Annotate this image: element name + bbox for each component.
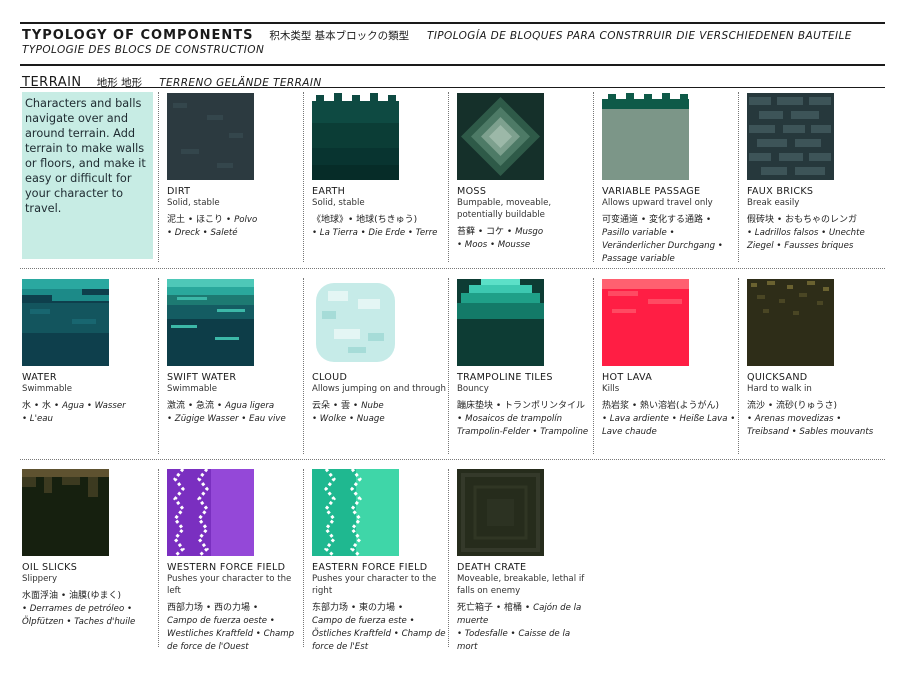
eastern-force-field-tile-icon bbox=[312, 469, 399, 556]
component-desc: Solid, stable bbox=[167, 198, 220, 208]
component-hot-lava: HOT LAVA Kills 热岩浆 • 熱い溶岩(ようがん) • Lava ar… bbox=[602, 279, 738, 439]
component-name: VARIABLE PASSAGE bbox=[602, 186, 701, 197]
column-divider bbox=[303, 278, 304, 454]
section-intro: Characters and balls navigate over and a… bbox=[22, 92, 153, 259]
component-oil-slicks: OIL SLICKS Slippery 水面浮油 • 油膜(ゆまく) • Derr… bbox=[22, 469, 158, 629]
row-divider bbox=[20, 459, 885, 460]
component-moss: MOSS Bumpable, moveable, potentially bui… bbox=[457, 93, 593, 252]
component-desc: Bouncy bbox=[457, 384, 489, 394]
component-desc: Break easily bbox=[747, 198, 800, 208]
column-divider bbox=[303, 92, 304, 262]
component-desc: Bumpable, moveable, potentially buildabl… bbox=[457, 198, 552, 220]
component-name: HOT LAVA bbox=[602, 372, 653, 383]
page-title-es-de: TIPOLOGÍA DE BLOQUES PARA CONSTRRUIR DIE… bbox=[427, 30, 852, 42]
component-desc: Slippery bbox=[22, 574, 58, 584]
component-translations: 《地球》• 地球(ちきゅう) • La Tierra • Die Erde • T… bbox=[312, 215, 438, 238]
component-name: EARTH bbox=[312, 186, 346, 197]
component-translations: 云朵 • 雲 • Nube • Wolke • Nuage bbox=[312, 401, 385, 424]
component-variable-passage: VARIABLE PASSAGE Allows upward travel on… bbox=[602, 93, 738, 266]
component-name: DIRT bbox=[167, 186, 191, 197]
component-desc: Hard to walk in bbox=[747, 384, 812, 394]
component-desc: Allows jumping on and through bbox=[312, 384, 446, 394]
component-earth: EARTH Solid, stable 《地球》• 地球(ちきゅう) • La T… bbox=[312, 93, 448, 240]
column-divider bbox=[738, 92, 739, 262]
component-death-crate: DEATH CRATE Moveable, breakable, lethal … bbox=[457, 469, 593, 654]
trampoline-tile-icon bbox=[457, 279, 544, 366]
component-name: OIL SLICKS bbox=[22, 562, 78, 573]
column-divider bbox=[158, 278, 159, 454]
faux-bricks-tile-icon bbox=[747, 93, 834, 180]
component-desc: Solid, stable bbox=[312, 198, 365, 208]
column-divider bbox=[448, 92, 449, 262]
swift-water-tile-icon bbox=[167, 279, 254, 366]
column-divider bbox=[593, 278, 594, 454]
component-cloud: CLOUD Allows jumping on and through 云朵 •… bbox=[312, 279, 448, 426]
oil-slicks-tile-icon bbox=[22, 469, 109, 556]
row-divider bbox=[20, 268, 885, 269]
moss-tile-icon bbox=[457, 93, 544, 180]
column-divider bbox=[448, 278, 449, 454]
column-divider bbox=[158, 92, 159, 262]
water-tile-icon bbox=[22, 279, 109, 366]
component-desc: Kills bbox=[602, 384, 620, 394]
column-divider bbox=[158, 469, 159, 647]
component-translations: 流沙 • 流砂(りゅうさ) • Arenas movedizas • Treibs… bbox=[747, 401, 874, 437]
death-crate-tile-icon bbox=[457, 469, 544, 556]
column-divider bbox=[303, 469, 304, 647]
component-desc: Pushes your character to the right bbox=[312, 574, 437, 596]
component-name: WATER bbox=[22, 372, 57, 383]
component-translations: 热岩浆 • 熱い溶岩(ようがん) • Lava ardiente • Heiße … bbox=[602, 401, 736, 437]
component-dirt: DIRT Solid, stable 泥土 • ほこり • Polvo • Dre… bbox=[167, 93, 303, 240]
component-translations: 死亡箱子 • 棺桶 • Cajón de la muerte • Todesfal… bbox=[457, 603, 582, 652]
page-title: TYPOLOGY OF COMPONENTS bbox=[22, 28, 254, 43]
component-desc: Swimmable bbox=[22, 384, 73, 394]
header-rule bbox=[20, 64, 885, 66]
component-name: DEATH CRATE bbox=[457, 562, 527, 573]
cloud-tile-icon bbox=[316, 283, 395, 362]
component-western-force-field: WESTERN FORCE FIELD Pushes your characte… bbox=[167, 469, 303, 654]
component-quicksand: QUICKSAND Hard to walk in 流沙 • 流砂(りゅうさ) •… bbox=[747, 279, 883, 439]
component-eastern-force-field: EASTERN FORCE FIELD Pushes your characte… bbox=[312, 469, 448, 654]
component-trampoline-tiles: TRAMPOLINE TILES Bouncy 蹦床垫块 • トランポリンタイル… bbox=[457, 279, 593, 439]
component-name: TRAMPOLINE TILES bbox=[457, 372, 553, 383]
component-desc: Swimmable bbox=[167, 384, 218, 394]
component-translations: 蹦床垫块 • トランポリンタイル • Mosaicos de trampolín… bbox=[457, 401, 589, 437]
component-translations: 激流 • 急流 • Agua ligera • Zügige Wasser • E… bbox=[167, 401, 286, 424]
column-divider bbox=[593, 92, 594, 262]
western-force-field-tile-icon bbox=[167, 469, 254, 556]
dirt-tile-icon bbox=[167, 93, 254, 180]
section-rule bbox=[20, 87, 885, 88]
earth-tile-icon bbox=[312, 93, 399, 180]
page-subtitle-fr: TYPOLOGIE DES BLOCS DE CONSTRUCTION bbox=[22, 44, 265, 56]
component-name: MOSS bbox=[457, 186, 487, 197]
component-name: FAUX BRICKS bbox=[747, 186, 814, 197]
component-desc: Allows upward travel only bbox=[602, 198, 713, 208]
component-faux-bricks: FAUX BRICKS Break easily 假砖块 • おもちゃのレンガ •… bbox=[747, 93, 883, 253]
page-title-jp: 积木类型 基本ブロックの類型 bbox=[269, 30, 410, 42]
component-name: WESTERN FORCE FIELD bbox=[167, 562, 286, 573]
component-desc: Pushes your character to the left bbox=[167, 574, 292, 596]
page-title-row: TYPOLOGY OF COMPONENTS 积木类型 基本ブロックの類型 TI… bbox=[22, 28, 852, 43]
component-name: EASTERN FORCE FIELD bbox=[312, 562, 428, 573]
component-swift-water: SWIFT WATER Swimmable 激流 • 急流 • Agua lig… bbox=[167, 279, 303, 426]
component-translations: 泥土 • ほこり • Polvo • Dreck • Saleté bbox=[167, 215, 258, 238]
top-rule bbox=[20, 22, 885, 24]
component-translations: 苔藓 • コケ • Musgo • Moos • Mousse bbox=[457, 227, 544, 250]
component-translations: 水面浮油 • 油膜(ゆまく) • Derrames de petróleo • Ö… bbox=[22, 591, 136, 627]
component-translations: 西部力场 • 西の力場 • Campo de fuerza oeste • Wes… bbox=[167, 603, 295, 652]
component-translations: 东部力场 • 東の力場 • Campo de fuerza este • Östl… bbox=[312, 603, 446, 652]
column-divider bbox=[738, 278, 739, 454]
component-name: SWIFT WATER bbox=[167, 372, 237, 383]
variable-passage-tile-icon bbox=[602, 93, 689, 180]
component-name: QUICKSAND bbox=[747, 372, 808, 383]
component-name: CLOUD bbox=[312, 372, 348, 383]
component-translations: 假砖块 • おもちゃのレンガ • Ladrillos falsos • Unech… bbox=[747, 215, 865, 251]
component-translations: 水 • 水 • Agua • Wasser • L'eau bbox=[22, 401, 126, 424]
quicksand-tile-icon bbox=[747, 279, 834, 366]
component-desc: Moveable, breakable, lethal if falls on … bbox=[457, 574, 585, 596]
component-water: WATER Swimmable 水 • 水 • Agua • Wasser • L… bbox=[22, 279, 158, 426]
component-translations: 可变通道 • 変化する通路 • Pasillo variable • Veränd… bbox=[602, 215, 723, 264]
hot-lava-tile-icon bbox=[602, 279, 689, 366]
column-divider bbox=[448, 469, 449, 647]
